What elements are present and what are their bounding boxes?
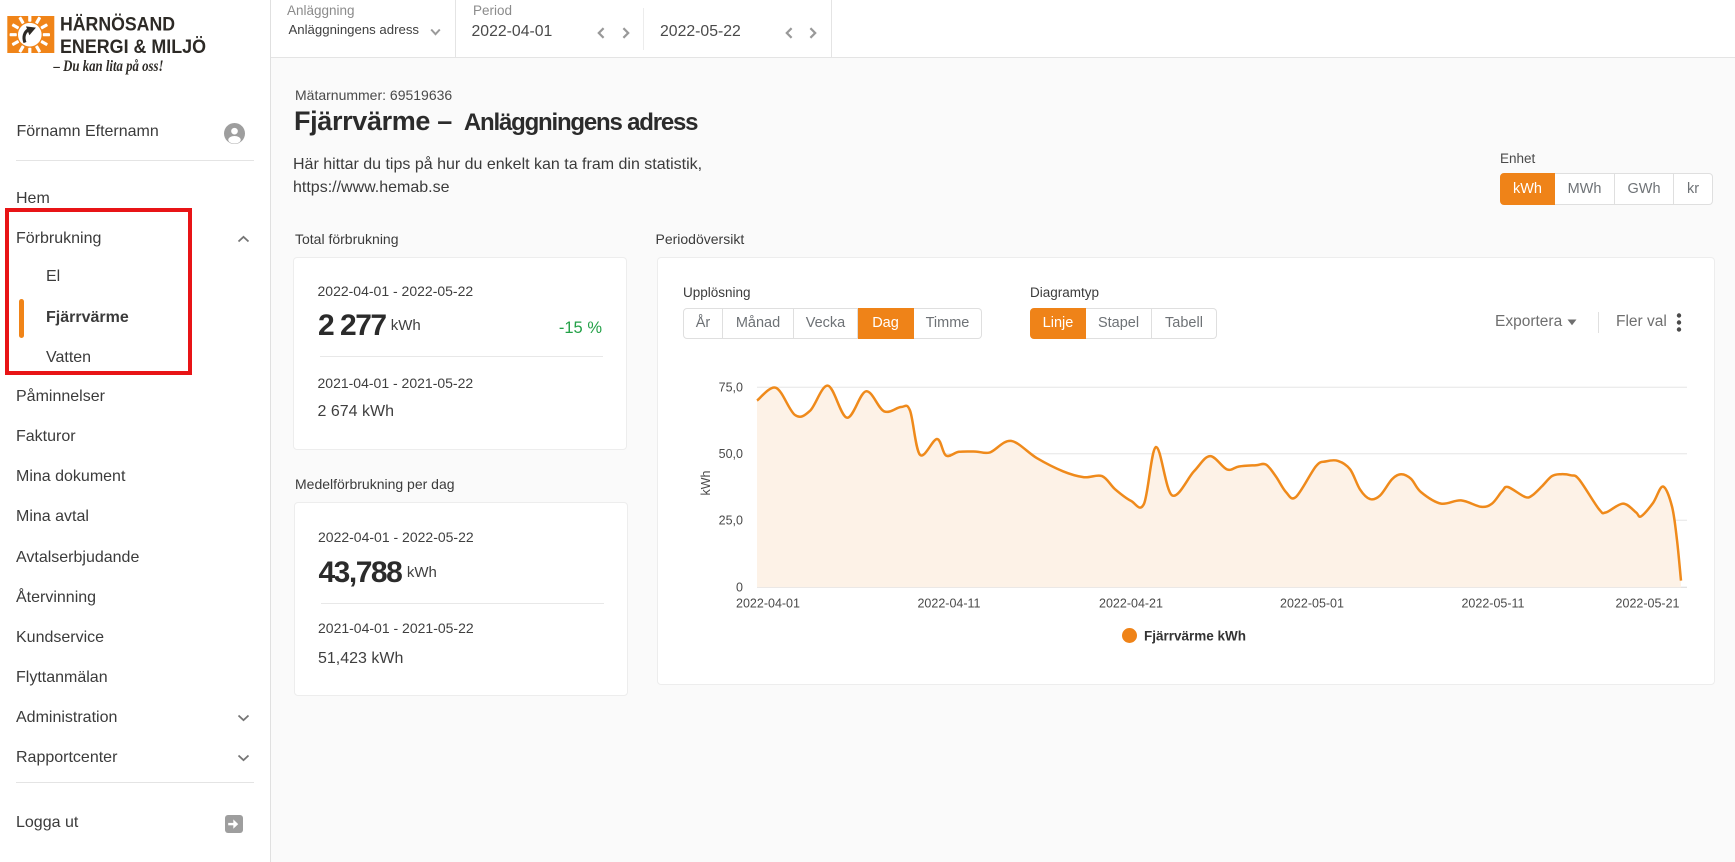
- svg-text:0: 0: [736, 581, 743, 595]
- svg-text:– Du kan lita på oss!: – Du kan lita på oss!: [53, 58, 164, 75]
- svg-text:Fjärrvärme kWh: Fjärrvärme kWh: [1144, 628, 1246, 643]
- svg-text:HÄRNÖSAND: HÄRNÖSAND: [60, 13, 175, 36]
- svg-text:50,0: 50,0: [719, 447, 743, 461]
- svg-text:2022-04-01: 2022-04-01: [736, 597, 800, 611]
- svg-text:2022-05-21: 2022-05-21: [1616, 597, 1680, 611]
- svg-text:2022-05-11: 2022-05-11: [1461, 597, 1524, 611]
- svg-text:75,0: 75,0: [719, 381, 743, 395]
- svg-text:ENERGI & MILJÖ: ENERGI & MILJÖ: [60, 35, 206, 58]
- svg-text:kWh: kWh: [699, 470, 713, 495]
- svg-text:2022-04-21: 2022-04-21: [1099, 597, 1163, 611]
- svg-text:2022-04-11: 2022-04-11: [917, 597, 980, 611]
- svg-text:25,0: 25,0: [719, 514, 743, 528]
- svg-text:2022-05-01: 2022-05-01: [1280, 597, 1344, 611]
